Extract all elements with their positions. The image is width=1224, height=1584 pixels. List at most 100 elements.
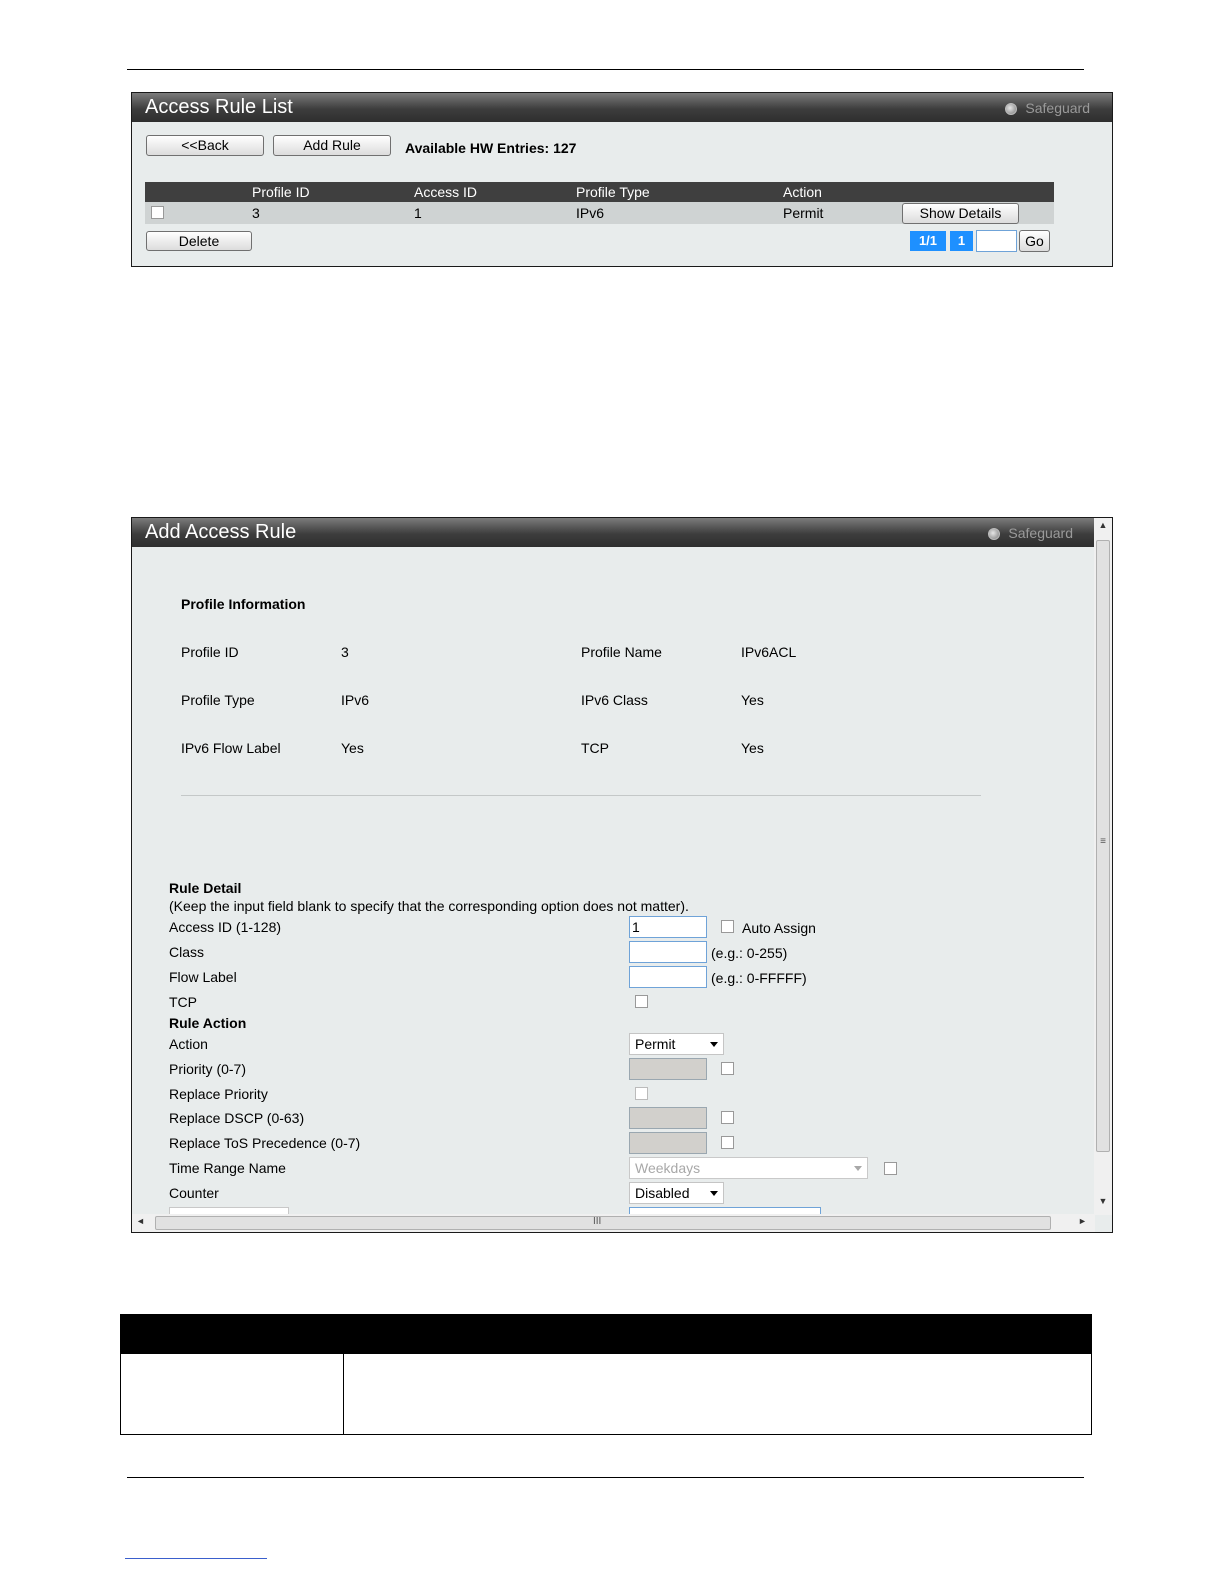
header-divider — [127, 69, 1084, 70]
flow-label-hint: (e.g.: 0-FFFFF) — [711, 970, 807, 986]
tcp-profile-value: Yes — [741, 740, 764, 756]
replace-priority-checkbox[interactable] — [635, 1087, 648, 1100]
time-range-select-value: Weekdays — [635, 1160, 701, 1176]
safeguard-icon — [1005, 103, 1018, 115]
horizontal-scrollbar[interactable]: ◄ III ► — [132, 1214, 1095, 1232]
access-id-label: Access ID (1-128) — [169, 919, 282, 935]
time-range-select[interactable]: Weekdays — [629, 1157, 868, 1179]
profile-name-value: IPv6ACL — [741, 644, 797, 660]
profile-information-heading: Profile Information — [181, 596, 306, 612]
action-select-value: Permit — [635, 1036, 676, 1052]
scroll-grip-icon: III — [593, 1216, 602, 1227]
access-rule-list-panel: Access Rule List Safeguard <<Back Add Ru… — [131, 92, 1113, 267]
scroll-left-icon[interactable]: ◄ — [136, 1216, 145, 1226]
vertical-scrollbar[interactable]: ▲ ≡ ▼ — [1094, 518, 1112, 1215]
available-hw-entries: Available HW Entries: 127 — [405, 140, 577, 156]
back-button[interactable]: <<Back — [146, 135, 264, 156]
scroll-up-icon[interactable]: ▲ — [1094, 520, 1112, 530]
class-input[interactable] — [629, 941, 707, 963]
counter-select-value: Disabled — [635, 1185, 690, 1201]
ipv6-flow-label-label: IPv6 Flow Label — [181, 740, 281, 756]
description-table-header — [121, 1315, 1091, 1354]
flow-label-input[interactable] — [629, 966, 707, 988]
row-select-checkbox[interactable] — [151, 206, 164, 219]
safeguard-indicator: Safeguard — [988, 518, 1073, 549]
priority-label: Priority (0-7) — [169, 1061, 247, 1077]
replace-tos-label: Replace ToS Precedence (0-7) — [169, 1135, 361, 1151]
scroll-down-icon[interactable]: ▼ — [1094, 1196, 1112, 1206]
ipv6-class-label: IPv6 Class — [581, 692, 648, 708]
safeguard-icon — [988, 528, 1001, 540]
class-hint: (e.g.: 0-255) — [711, 945, 788, 961]
tcp-checkbox[interactable] — [635, 995, 648, 1008]
parameter-description-table — [120, 1314, 1092, 1435]
tcp-label: TCP — [169, 994, 197, 1010]
ipv6-class-value: Yes — [741, 692, 764, 708]
column-divider — [343, 1354, 344, 1434]
add-access-rule-panel: Add Access Rule Safeguard Profile Inform… — [131, 517, 1113, 1233]
scroll-grip-icon: ≡ — [1100, 836, 1106, 847]
profile-name-label: Profile Name — [581, 644, 662, 660]
time-range-label: Time Range Name — [169, 1160, 286, 1176]
panel-title: Add Access Rule — [145, 521, 297, 543]
chevron-down-icon — [710, 1042, 718, 1047]
panel-title-bar: Access Rule List Safeguard — [132, 93, 1112, 122]
replace-dscp-input[interactable] — [629, 1107, 707, 1129]
footer-link-underline[interactable] — [125, 1558, 267, 1559]
go-button[interactable]: Go — [1019, 230, 1050, 252]
row-profile-id: 3 — [252, 205, 260, 221]
counter-label: Counter — [169, 1185, 219, 1201]
column-header-action: Action — [783, 184, 822, 200]
replace-dscp-checkbox[interactable] — [721, 1111, 734, 1124]
auto-assign-checkbox[interactable] — [721, 920, 734, 933]
profile-id-value: 3 — [341, 644, 349, 660]
panel-title-bar: Add Access Rule Safeguard — [132, 518, 1095, 547]
class-label: Class — [169, 944, 205, 960]
rule-action-heading: Rule Action — [169, 1015, 247, 1031]
row-profile-type: IPv6 — [576, 205, 605, 221]
flow-label-label: Flow Label — [169, 969, 237, 985]
priority-checkbox[interactable] — [721, 1062, 734, 1075]
counter-select[interactable]: Disabled — [629, 1182, 724, 1204]
vertical-scroll-thumb[interactable]: ≡ — [1096, 540, 1110, 1152]
auto-assign-label: Auto Assign — [742, 920, 816, 936]
table-row: 3 1 IPv6 Permit Show Details — [145, 202, 1054, 224]
action-select[interactable]: Permit — [629, 1033, 724, 1055]
chevron-down-icon — [710, 1191, 718, 1196]
priority-input[interactable] — [629, 1058, 707, 1080]
replace-tos-checkbox[interactable] — [721, 1136, 734, 1149]
replace-priority-label: Replace Priority — [169, 1086, 268, 1102]
footer-divider — [127, 1477, 1084, 1478]
rule-detail-heading: Rule Detail — [169, 880, 242, 896]
page-of-indicator: 1/1 — [910, 231, 946, 251]
time-range-checkbox[interactable] — [884, 1162, 897, 1175]
tcp-profile-label: TCP — [581, 740, 609, 756]
row-action: Permit — [783, 205, 824, 221]
rule-detail-note: (Keep the input field blank to specify t… — [169, 898, 689, 914]
safeguard-label: Safeguard — [1008, 525, 1073, 541]
horizontal-scroll-thumb[interactable]: III — [155, 1216, 1051, 1230]
column-header-profile-type: Profile Type — [576, 184, 650, 200]
chevron-down-icon — [854, 1166, 862, 1171]
replace-tos-input[interactable] — [629, 1132, 707, 1154]
add-rule-button[interactable]: Add Rule — [273, 135, 391, 156]
scroll-right-icon[interactable]: ► — [1078, 1216, 1087, 1226]
row-access-id: 1 — [414, 205, 422, 221]
profile-type-value: IPv6 — [341, 692, 370, 708]
safeguard-label: Safeguard — [1025, 100, 1090, 116]
show-details-button[interactable]: Show Details — [902, 203, 1019, 224]
panel-title: Access Rule List — [145, 96, 293, 118]
safeguard-indicator: Safeguard — [1005, 93, 1090, 124]
page-link-1[interactable]: 1 — [950, 231, 973, 251]
rule-table-header: Profile ID Access ID Profile Type Action — [145, 182, 1054, 202]
delete-button[interactable]: Delete — [146, 231, 252, 251]
profile-id-label: Profile ID — [181, 644, 239, 660]
replace-dscp-label: Replace DSCP (0-63) — [169, 1110, 305, 1126]
column-header-access-id: Access ID — [414, 184, 478, 200]
description-table-row — [121, 1354, 1091, 1434]
ipv6-flow-label-value: Yes — [341, 740, 364, 756]
page-number-input[interactable] — [976, 230, 1017, 252]
profile-type-label: Profile Type — [181, 692, 255, 708]
access-id-input[interactable] — [629, 916, 707, 938]
section-divider — [181, 795, 981, 796]
